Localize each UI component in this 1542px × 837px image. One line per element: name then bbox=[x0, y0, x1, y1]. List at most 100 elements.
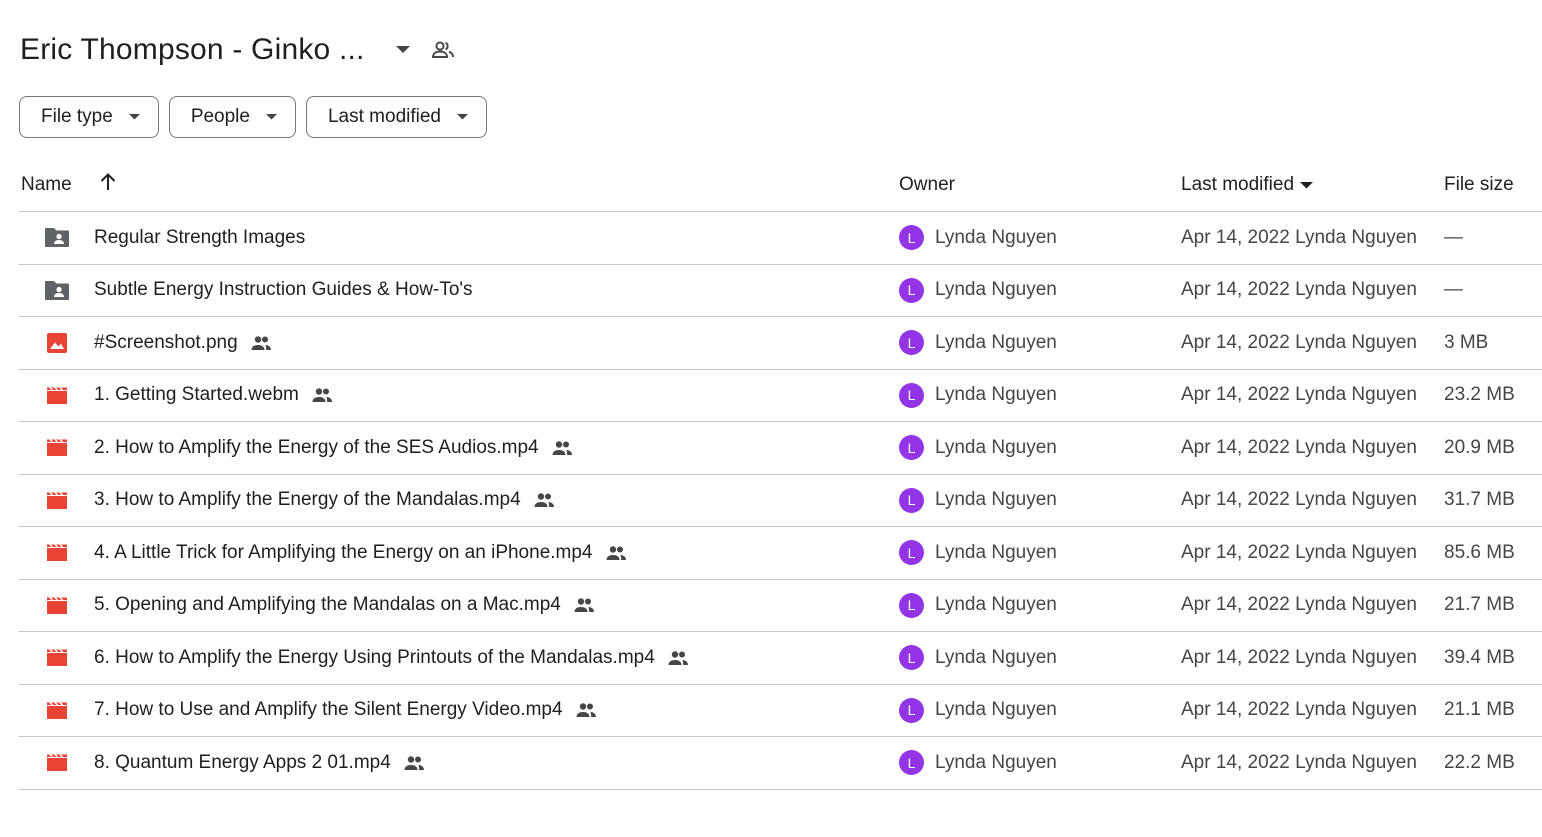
file-name-cell[interactable]: 1. Getting Started.webm bbox=[94, 370, 333, 422]
filter-label: People bbox=[190, 106, 250, 127]
people-filter[interactable]: People bbox=[168, 96, 296, 138]
last-modified-cell: Apr 14, 2022 Lynda Nguyen bbox=[1181, 226, 1417, 248]
avatar: L bbox=[899, 225, 924, 251]
last-modified-cell: Apr 14, 2022 Lynda Nguyen bbox=[1181, 384, 1417, 406]
owner-name: Lynda Nguyen bbox=[935, 489, 1057, 511]
table-row[interactable]: Subtle Energy Instruction Guides & How-T… bbox=[19, 265, 1542, 317]
video-file-icon bbox=[44, 737, 70, 789]
owner-name: Lynda Nguyen bbox=[935, 436, 1057, 458]
file-name: Subtle Energy Instruction Guides & How-T… bbox=[94, 279, 473, 301]
file-size-cell: 23.2 MB bbox=[1444, 384, 1515, 406]
file-name-cell[interactable]: 7. How to Use and Amplify the Silent Ene… bbox=[94, 685, 597, 737]
file-name: 4. A Little Trick for Amplifying the Ene… bbox=[94, 541, 593, 563]
file-name: 6. How to Amplify the Energy Using Print… bbox=[94, 646, 655, 668]
table-row[interactable]: 5. Opening and Amplifying the Mandalas o… bbox=[19, 580, 1542, 632]
owner-name: Lynda Nguyen bbox=[935, 279, 1057, 301]
last-modified-cell: Apr 14, 2022 Lynda Nguyen bbox=[1181, 594, 1417, 616]
file-size-cell: 21.1 MB bbox=[1444, 699, 1515, 721]
avatar: L bbox=[899, 382, 924, 408]
last-modified-cell: Apr 14, 2022 Lynda Nguyen bbox=[1181, 331, 1417, 353]
video-file-icon bbox=[44, 422, 70, 474]
table-header: Name Owner Last modified File size bbox=[19, 160, 1542, 212]
shared-people-icon bbox=[403, 755, 425, 771]
owner-cell: L Lynda Nguyen bbox=[899, 212, 1057, 264]
owner-cell: L Lynda Nguyen bbox=[899, 317, 1057, 369]
table-row[interactable]: 1. Getting Started.webm L Lynda Nguyen Apr … bbox=[19, 370, 1542, 422]
file-name-cell[interactable]: Subtle Energy Instruction Guides & How-T… bbox=[94, 265, 473, 317]
file-size-cell: 21.7 MB bbox=[1444, 594, 1515, 616]
owner-cell: L Lynda Nguyen bbox=[899, 737, 1057, 789]
arrow-drop-down-icon[interactable] bbox=[391, 38, 415, 62]
file-name: Regular Strength Images bbox=[94, 226, 306, 248]
file-name-cell[interactable]: 8. Quantum Energy Apps 2 01.mp4 bbox=[94, 737, 425, 789]
last-modified-cell: Apr 14, 2022 Lynda Nguyen bbox=[1181, 489, 1417, 511]
file-name-cell[interactable]: 3. How to Amplify the Energy of the Mand… bbox=[94, 475, 555, 527]
table-row[interactable]: 8. Quantum Energy Apps 2 01.mp4 L Lynda Ng… bbox=[19, 737, 1542, 790]
arrow-upward-icon[interactable] bbox=[99, 172, 117, 198]
table-row[interactable]: 2. How to Amplify the Energy of the SES … bbox=[19, 422, 1542, 475]
file-name-cell[interactable]: Regular Strength Images bbox=[94, 212, 305, 264]
file-name-cell[interactable]: 2. How to Amplify the Energy of the SES … bbox=[94, 422, 573, 474]
last-modified-cell: Apr 14, 2022 Lynda Nguyen bbox=[1181, 279, 1417, 301]
owner-name: Lynda Nguyen bbox=[935, 594, 1057, 616]
avatar: L bbox=[899, 487, 924, 513]
file-list: Name Owner Last modified File size Regul… bbox=[19, 160, 1542, 790]
file-name: 2. How to Amplify the Energy of the SES … bbox=[94, 436, 539, 458]
image-file-icon bbox=[44, 317, 70, 369]
avatar: L bbox=[899, 540, 924, 566]
owner-cell: L Lynda Nguyen bbox=[899, 265, 1057, 317]
file-name-cell[interactable]: 6. How to Amplify the Energy Using Print… bbox=[94, 632, 689, 684]
table-row[interactable]: Regular Strength Images L Lynda Nguyen Apr … bbox=[19, 212, 1542, 265]
owner-name: Lynda Nguyen bbox=[935, 751, 1057, 773]
file-size-cell: 20.9 MB bbox=[1444, 436, 1515, 458]
last-modified-filter[interactable]: Last modified bbox=[305, 96, 487, 138]
shared-people-icon bbox=[575, 702, 597, 718]
video-file-icon bbox=[44, 685, 70, 737]
file-name: 8. Quantum Energy Apps 2 01.mp4 bbox=[94, 751, 391, 773]
last-modified-cell: Apr 14, 2022 Lynda Nguyen bbox=[1181, 541, 1417, 563]
owner-name: Lynda Nguyen bbox=[935, 226, 1057, 248]
owner-cell: L Lynda Nguyen bbox=[899, 580, 1057, 632]
arrow-drop-down-icon bbox=[1300, 181, 1314, 189]
owner-cell: L Lynda Nguyen bbox=[899, 685, 1057, 737]
file-type-filter[interactable]: File type bbox=[19, 96, 159, 138]
file-name-cell[interactable]: #Screenshot.png bbox=[94, 317, 272, 369]
column-header-name[interactable]: Name bbox=[21, 174, 72, 196]
file-name: 3. How to Amplify the Energy of the Mand… bbox=[94, 489, 521, 511]
avatar: L bbox=[899, 697, 924, 723]
avatar: L bbox=[899, 750, 924, 776]
column-header-file-size[interactable]: File size bbox=[1444, 174, 1514, 196]
arrow-drop-down-icon bbox=[128, 114, 140, 120]
table-row[interactable]: 6. How to Amplify the Energy Using Print… bbox=[19, 632, 1542, 685]
file-size-cell: 22.2 MB bbox=[1444, 751, 1515, 773]
avatar: L bbox=[899, 592, 924, 618]
shared-people-icon bbox=[533, 492, 555, 508]
arrow-drop-down-icon bbox=[457, 114, 468, 120]
column-header-owner[interactable]: Owner bbox=[899, 174, 955, 196]
table-row[interactable]: 3. How to Amplify the Energy of the Mand… bbox=[19, 475, 1542, 527]
last-modified-cell: Apr 14, 2022 Lynda Nguyen bbox=[1181, 699, 1417, 721]
table-row[interactable]: 4. A Little Trick for Amplifying the Ene… bbox=[19, 527, 1542, 580]
owner-name: Lynda Nguyen bbox=[935, 699, 1057, 721]
video-file-icon bbox=[44, 632, 70, 684]
column-header-last-modified[interactable]: Last modified bbox=[1181, 174, 1314, 196]
file-name: 7. How to Use and Amplify the Silent Ene… bbox=[94, 699, 563, 721]
owner-cell: L Lynda Nguyen bbox=[899, 475, 1057, 527]
column-header-label: Last modified bbox=[1181, 174, 1295, 195]
file-name-cell[interactable]: 5. Opening and Amplifying the Mandalas o… bbox=[94, 580, 595, 632]
table-row[interactable]: #Screenshot.png L Lynda Nguyen Apr 14, 2022… bbox=[19, 317, 1542, 370]
table-row[interactable]: 7. How to Use and Amplify the Silent Ene… bbox=[19, 685, 1542, 737]
file-name-cell[interactable]: 4. A Little Trick for Amplifying the Ene… bbox=[94, 527, 627, 579]
avatar: L bbox=[899, 435, 924, 461]
shared-people-icon bbox=[667, 650, 689, 666]
shared-people-icon bbox=[605, 545, 627, 561]
filter-label: File type bbox=[41, 106, 113, 127]
folder-title[interactable]: Eric Thompson - Ginko ... bbox=[20, 33, 365, 67]
video-file-icon bbox=[44, 475, 70, 527]
people-icon[interactable] bbox=[429, 36, 457, 64]
last-modified-cell: Apr 14, 2022 Lynda Nguyen bbox=[1181, 436, 1417, 458]
owner-name: Lynda Nguyen bbox=[935, 331, 1057, 353]
owner-name: Lynda Nguyen bbox=[935, 384, 1057, 406]
filter-chips: File type People Last modified bbox=[19, 96, 487, 138]
owner-cell: L Lynda Nguyen bbox=[899, 527, 1057, 579]
